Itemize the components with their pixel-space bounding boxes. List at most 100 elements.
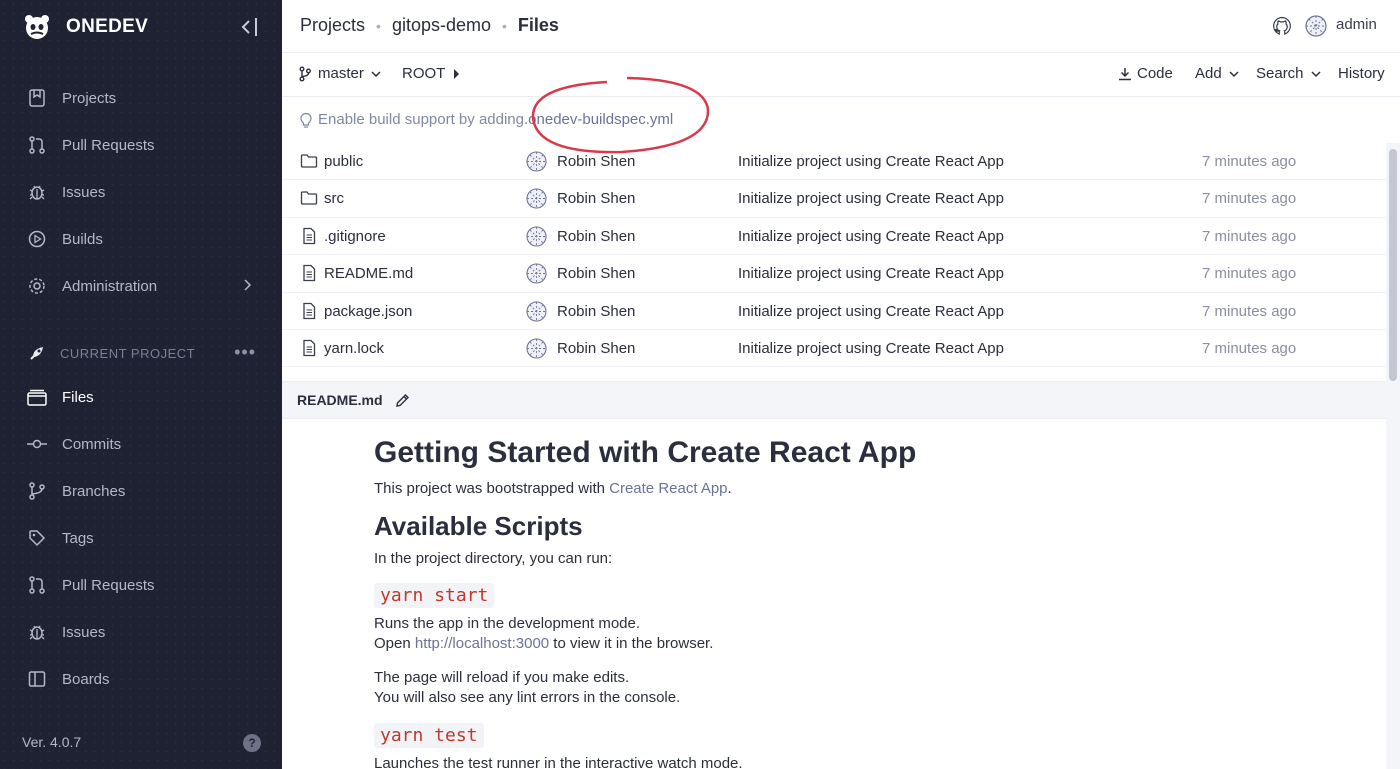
- projects-icon: [27, 88, 47, 108]
- file-row[interactable]: package.json Robin Shen Initialize project…: [282, 293, 1386, 330]
- breadcrumb-project[interactable]: gitops-demo: [392, 15, 491, 36]
- pencil-edit-icon[interactable]: [394, 392, 411, 409]
- commit-message[interactable]: Initialize project using Create React Ap…: [738, 340, 1004, 357]
- sidebar-item-issues-project[interactable]: Issues: [0, 610, 282, 654]
- sidebar-item-label: Tags: [62, 529, 94, 547]
- file-icon: [300, 264, 318, 282]
- section-label: CURRENT PROJECT: [60, 345, 196, 361]
- commit-message[interactable]: Initialize project using Create React Ap…: [738, 303, 1004, 320]
- history-button[interactable]: History: [1338, 65, 1385, 82]
- create-react-app-link[interactable]: Create React App: [609, 480, 727, 497]
- sidebar-item-commits[interactable]: Commits: [0, 422, 282, 466]
- add-label: Add: [1195, 65, 1222, 82]
- commit-message[interactable]: Initialize project using Create React Ap…: [738, 228, 1004, 245]
- sidebar-item-branches[interactable]: Branches: [0, 469, 282, 513]
- file-author[interactable]: Robin Shen: [557, 228, 635, 245]
- sidebar-item-projects[interactable]: Projects: [0, 76, 282, 120]
- lightbulb-icon: [300, 112, 312, 128]
- bug-icon: [27, 622, 47, 642]
- sidebar-item-label: Projects: [62, 89, 117, 107]
- author-avatar-icon: [526, 226, 547, 247]
- code-yarn-test: yarn test: [374, 723, 484, 748]
- file-author[interactable]: Robin Shen: [557, 265, 635, 282]
- path-root[interactable]: ROOT: [402, 65, 460, 82]
- readme-reload-line1: The page will reload if you make edits.: [374, 669, 630, 686]
- author-avatar-icon: [526, 338, 547, 359]
- breadcrumb: Projects • gitops-demo • Files: [300, 15, 559, 36]
- commit-age: 7 minutes ago: [1202, 227, 1297, 245]
- sidebar-item-boards[interactable]: Boards: [0, 657, 282, 701]
- sidebar-item-builds[interactable]: Builds: [0, 217, 282, 261]
- breadcrumb-current: Files: [517, 15, 559, 35]
- sidebar-item-pull-requests[interactable]: Pull Requests: [0, 123, 282, 167]
- readme-test-line1: Launches the test runner in the interact…: [374, 755, 743, 769]
- scrollbar-thumb[interactable]: [1389, 149, 1397, 381]
- gear-icon: [27, 276, 47, 296]
- file-name[interactable]: README.md: [324, 265, 413, 282]
- folder-icon: [300, 189, 318, 207]
- file-author[interactable]: Robin Shen: [557, 153, 635, 170]
- chevron-down-icon: [371, 70, 381, 77]
- file-author[interactable]: Robin Shen: [557, 303, 635, 320]
- onedev-logo-icon: [25, 15, 49, 39]
- file-name[interactable]: package.json: [324, 303, 412, 320]
- readme-reload-line2: You will also see any lint errors in the…: [374, 689, 681, 706]
- file-row[interactable]: README.md Robin Shen Initialize project us…: [282, 255, 1386, 293]
- download-icon: [1119, 67, 1131, 80]
- chevron-right-icon: [244, 279, 252, 291]
- breadcrumb-separator: •: [376, 17, 381, 34]
- brand-name: ONEDEV: [66, 16, 149, 37]
- scrollbar[interactable]: [1386, 143, 1400, 769]
- hint-text: Enable build support by adding: [318, 111, 524, 128]
- file-row[interactable]: public Robin Shen Initialize project using…: [282, 143, 1386, 181]
- sidebar-item-files[interactable]: Files: [0, 375, 282, 419]
- branch-selector[interactable]: master: [299, 65, 381, 82]
- commit-message[interactable]: Initialize project using Create React Ap…: [738, 153, 1004, 170]
- github-icon[interactable]: [1272, 16, 1292, 36]
- search-button[interactable]: Search: [1256, 65, 1321, 82]
- add-button[interactable]: Add: [1195, 65, 1239, 82]
- code-button[interactable]: Code: [1118, 65, 1173, 82]
- brand[interactable]: ONEDEV: [22, 12, 148, 42]
- chevron-down-icon: [1229, 70, 1239, 77]
- help-icon[interactable]: ?: [243, 734, 261, 752]
- files-icon: [27, 387, 47, 407]
- file-row[interactable]: src Robin Shen Initialize project using Cr…: [282, 180, 1386, 218]
- sidebar-item-pull-requests-project[interactable]: Pull Requests: [0, 563, 282, 607]
- breadcrumb-projects[interactable]: Projects: [300, 15, 365, 36]
- sidebar-item-issues[interactable]: Issues: [0, 170, 282, 214]
- file-row[interactable]: yarn.lock Robin Shen Initialize project us…: [282, 330, 1386, 368]
- current-project-section: CURRENT PROJECT •••: [0, 340, 282, 366]
- branch-icon: [299, 66, 311, 81]
- localhost-link[interactable]: http://localhost:3000: [415, 635, 549, 652]
- folder-icon: [300, 152, 318, 170]
- sidebar-item-administration[interactable]: Administration: [0, 264, 282, 308]
- readme-h1: Getting Started with Create React App: [374, 436, 917, 469]
- readme-intro: This project was bootstrapped with Creat…: [374, 479, 732, 499]
- commit-message[interactable]: Initialize project using Create React Ap…: [738, 265, 1004, 282]
- code-yarn-start: yarn start: [374, 583, 495, 608]
- file-name[interactable]: public: [324, 153, 363, 170]
- file-row[interactable]: .gitignore Robin Shen Initialize project u…: [282, 218, 1386, 256]
- sidebar-item-label: Branches: [62, 482, 126, 500]
- file-icon: [300, 227, 318, 245]
- file-name[interactable]: src: [324, 190, 344, 207]
- search-label: Search: [1256, 65, 1304, 82]
- file-name[interactable]: .gitignore: [324, 228, 386, 245]
- text: This project was bootstrapped with: [374, 480, 610, 497]
- file-name[interactable]: yarn.lock: [324, 340, 384, 357]
- user-avatar-icon[interactable]: [1305, 15, 1327, 37]
- collapse-sidebar-icon[interactable]: [240, 16, 260, 38]
- username[interactable]: admin: [1336, 16, 1377, 33]
- sidebar-item-tags[interactable]: Tags: [0, 516, 282, 560]
- file-list: public Robin Shen Initialize project using…: [282, 143, 1386, 368]
- file-author[interactable]: Robin Shen: [557, 340, 635, 357]
- more-options-icon[interactable]: •••: [234, 342, 256, 363]
- branch-icon: [27, 481, 47, 501]
- breadcrumb-separator: •: [502, 17, 507, 34]
- sidebar-item-label: Pull Requests: [62, 136, 155, 154]
- commit-message[interactable]: Initialize project using Create React Ap…: [738, 190, 1004, 207]
- file-icon: [300, 339, 318, 357]
- text: Open: [374, 635, 415, 652]
- file-author[interactable]: Robin Shen: [557, 190, 635, 207]
